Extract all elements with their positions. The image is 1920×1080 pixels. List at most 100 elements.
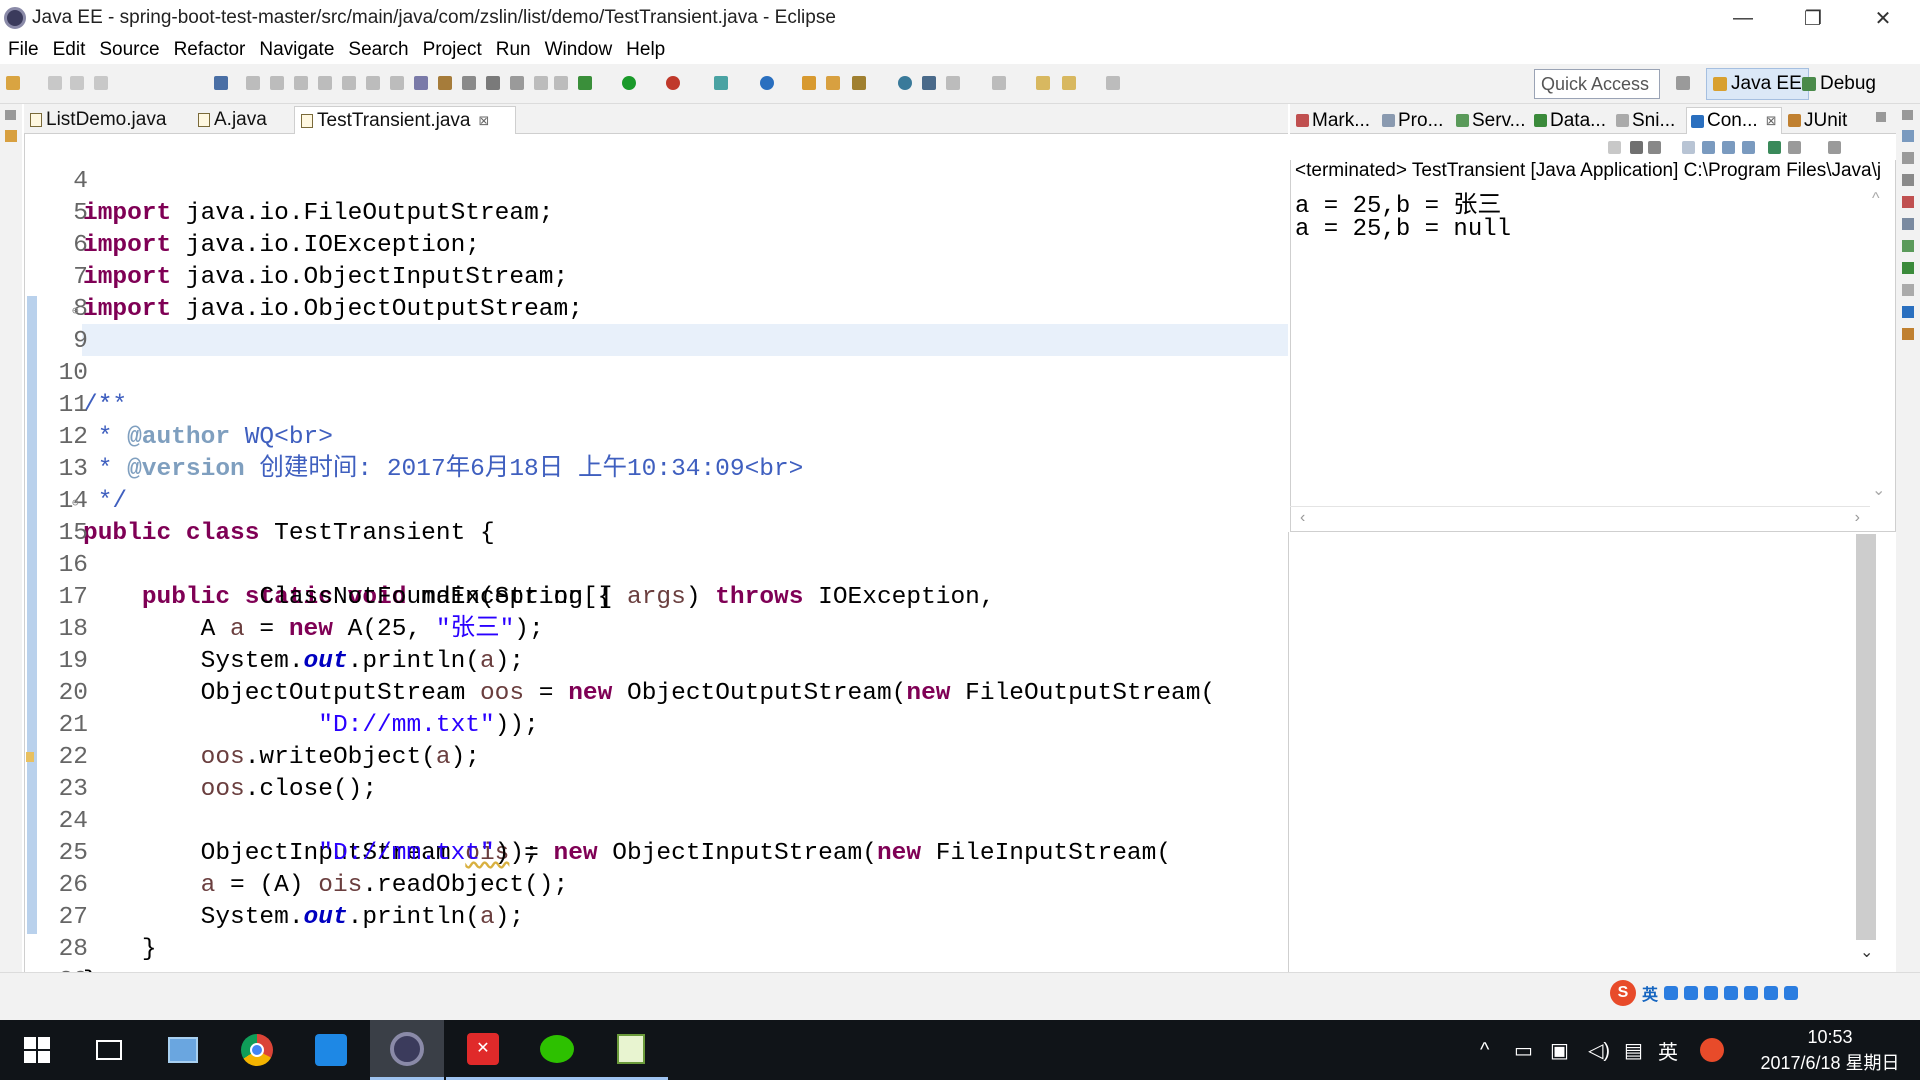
menu-navigate[interactable]: Navigate <box>253 39 340 61</box>
tab-markers[interactable]: Mark... <box>1292 107 1378 134</box>
open-perspective-icon[interactable] <box>1676 76 1690 90</box>
print-icon[interactable] <box>94 76 108 90</box>
show-hidden-icons[interactable]: ^ <box>1480 1020 1489 1080</box>
new-icon[interactable] <box>6 76 20 90</box>
perspective-java-ee[interactable]: Java EE <box>1706 68 1809 100</box>
console-side-icon[interactable] <box>1902 306 1914 318</box>
new-java-project-icon[interactable] <box>760 76 774 90</box>
external-tools-icon[interactable] <box>714 76 728 90</box>
open-type-icon[interactable] <box>826 76 840 90</box>
console-horizontal-scrollbar[interactable]: ‹ › <box>1290 506 1870 528</box>
problems-icon[interactable] <box>1902 174 1914 186</box>
tab-testtransient[interactable]: TestTransient.java ⊠ <box>294 106 516 134</box>
moon-icon[interactable] <box>1664 986 1679 1000</box>
run-icon[interactable] <box>622 76 636 90</box>
remove-all-icon[interactable] <box>1648 141 1661 154</box>
properties-icon[interactable] <box>1902 218 1914 230</box>
task-view-button[interactable] <box>72 1020 146 1080</box>
tab-snippets[interactable]: Sni... <box>1612 107 1680 134</box>
taskbar-app-chrome[interactable] <box>220 1020 294 1080</box>
taskbar-app-photos[interactable] <box>294 1020 368 1080</box>
pin-console-icon[interactable] <box>1768 141 1781 154</box>
disconnect-icon[interactable] <box>318 76 332 90</box>
console-vertical-scrollbar[interactable]: ^ ⌄ <box>1870 190 1890 500</box>
ime-toolbar[interactable]: S 英 <box>1610 980 1799 1006</box>
ime-language[interactable]: 英 <box>1642 981 1658 1005</box>
keyboard-icon[interactable] <box>1724 986 1739 1000</box>
console-toolbar-icon[interactable] <box>414 76 428 90</box>
build-icon[interactable] <box>438 76 452 90</box>
sogou-tray-icon[interactable] <box>1700 1020 1724 1080</box>
open-console-icon[interactable] <box>1828 141 1841 154</box>
data-source-icon[interactable] <box>1902 262 1914 274</box>
box2-icon[interactable] <box>554 76 568 90</box>
taskbar-app-xmind[interactable]: ✕ <box>446 1020 520 1080</box>
perspective-debug[interactable]: Debug <box>1796 68 1882 100</box>
warning-marker-icon[interactable] <box>26 752 34 762</box>
tab-a-java[interactable]: A.java <box>192 106 292 134</box>
close-tab-icon[interactable]: ⊠ <box>1766 113 1777 129</box>
terminate-icon[interactable] <box>1608 141 1621 154</box>
save-icon[interactable] <box>48 76 62 90</box>
save-all-icon[interactable] <box>70 76 84 90</box>
restore-icon[interactable] <box>5 110 16 120</box>
taskbar-app-explorer[interactable] <box>146 1020 220 1080</box>
taskbar-app-wechat[interactable] <box>520 1020 594 1080</box>
tab-properties[interactable]: Pro... <box>1378 107 1450 134</box>
debug-icon[interactable] <box>578 76 592 90</box>
task-list-icon[interactable] <box>1902 152 1914 164</box>
show-stderr-icon[interactable] <box>1742 141 1755 154</box>
tray-ime-language[interactable]: 英 <box>1658 1020 1678 1080</box>
display-console-icon[interactable] <box>1788 141 1801 154</box>
close-button[interactable]: ✕ <box>1854 0 1912 36</box>
search-tool-icon[interactable] <box>852 76 866 90</box>
maximize-button[interactable]: ❐ <box>1784 0 1842 36</box>
show-stdout-icon[interactable] <box>1722 141 1735 154</box>
scroll-down-icon[interactable]: ⌄ <box>1872 480 1885 500</box>
annotation-icon[interactable] <box>946 76 960 90</box>
junit-side-icon[interactable] <box>1902 328 1914 340</box>
wrench-icon[interactable] <box>462 76 476 90</box>
notifications-icon[interactable]: ▤ <box>1624 1020 1643 1080</box>
skin-icon[interactable] <box>1764 986 1779 1000</box>
suspend-icon[interactable] <box>270 76 284 90</box>
snippets-icon[interactable] <box>1902 284 1914 296</box>
menu-run[interactable]: Run <box>490 39 537 61</box>
step-over-icon[interactable] <box>366 76 380 90</box>
last-edit-icon[interactable] <box>1036 76 1050 90</box>
servers-icon[interactable] <box>1902 240 1914 252</box>
restore-icon[interactable] <box>1902 110 1913 120</box>
forward-icon[interactable] <box>1106 76 1120 90</box>
tab-data-source[interactable]: Data... <box>1530 107 1610 134</box>
wrench-icon[interactable] <box>1784 986 1799 1000</box>
editor-scrollbar-thumb[interactable] <box>1856 534 1876 940</box>
taskbar-app-eclipse[interactable] <box>370 1020 444 1080</box>
tab-servers[interactable]: Serv... <box>1452 107 1528 134</box>
next-annotation-icon[interactable] <box>992 76 1006 90</box>
taskbar-app-notepad[interactable] <box>594 1020 668 1080</box>
terminate-icon[interactable] <box>294 76 308 90</box>
step-into-icon[interactable] <box>342 76 356 90</box>
battery-icon[interactable]: ▭ <box>1514 1020 1533 1080</box>
user-icon[interactable] <box>1744 986 1759 1000</box>
close-tab-icon[interactable]: ⊠ <box>478 113 489 129</box>
menu-help[interactable]: Help <box>620 39 671 61</box>
scroll-left-icon[interactable]: ‹ <box>1300 509 1305 527</box>
menu-project[interactable]: Project <box>417 39 488 61</box>
markers-icon[interactable] <box>1902 196 1914 208</box>
outline-icon[interactable] <box>1902 130 1914 142</box>
punctuation-icon[interactable] <box>1684 986 1699 1000</box>
volume-icon[interactable]: ◁) <box>1588 1020 1610 1080</box>
back-icon[interactable] <box>1062 76 1076 90</box>
menu-file[interactable]: File <box>2 39 45 61</box>
resume-icon[interactable] <box>246 76 260 90</box>
step-return-icon[interactable] <box>390 76 404 90</box>
task-icon[interactable] <box>922 76 936 90</box>
menu-refactor[interactable]: Refactor <box>168 39 252 61</box>
menu-edit[interactable]: Edit <box>47 39 92 61</box>
quick-access-input[interactable]: Quick Access <box>1534 69 1660 99</box>
skip-breakpoints-icon[interactable] <box>214 76 228 90</box>
pen-icon[interactable] <box>486 76 500 90</box>
remove-launch-icon[interactable] <box>1630 141 1643 154</box>
minimize-view-icon[interactable] <box>1876 112 1886 122</box>
